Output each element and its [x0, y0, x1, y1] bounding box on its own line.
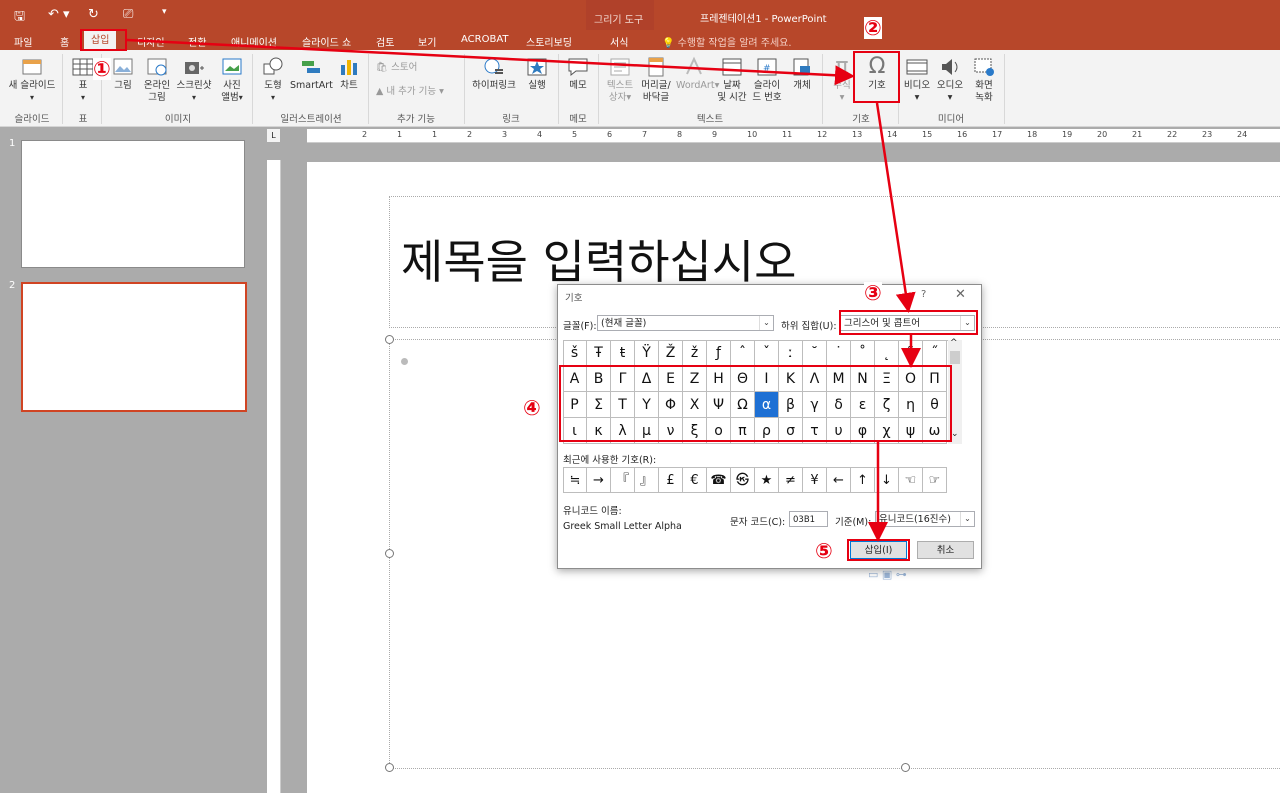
- annotation-number-2: ②: [864, 16, 882, 40]
- annotation-number-1: ①: [93, 57, 111, 81]
- annotation-number-3: ③: [864, 281, 882, 305]
- annotation-number-4: ④: [523, 396, 541, 420]
- annotation-number-5: ⑤: [815, 539, 833, 563]
- annotation-arrows: [126, 38, 921, 542]
